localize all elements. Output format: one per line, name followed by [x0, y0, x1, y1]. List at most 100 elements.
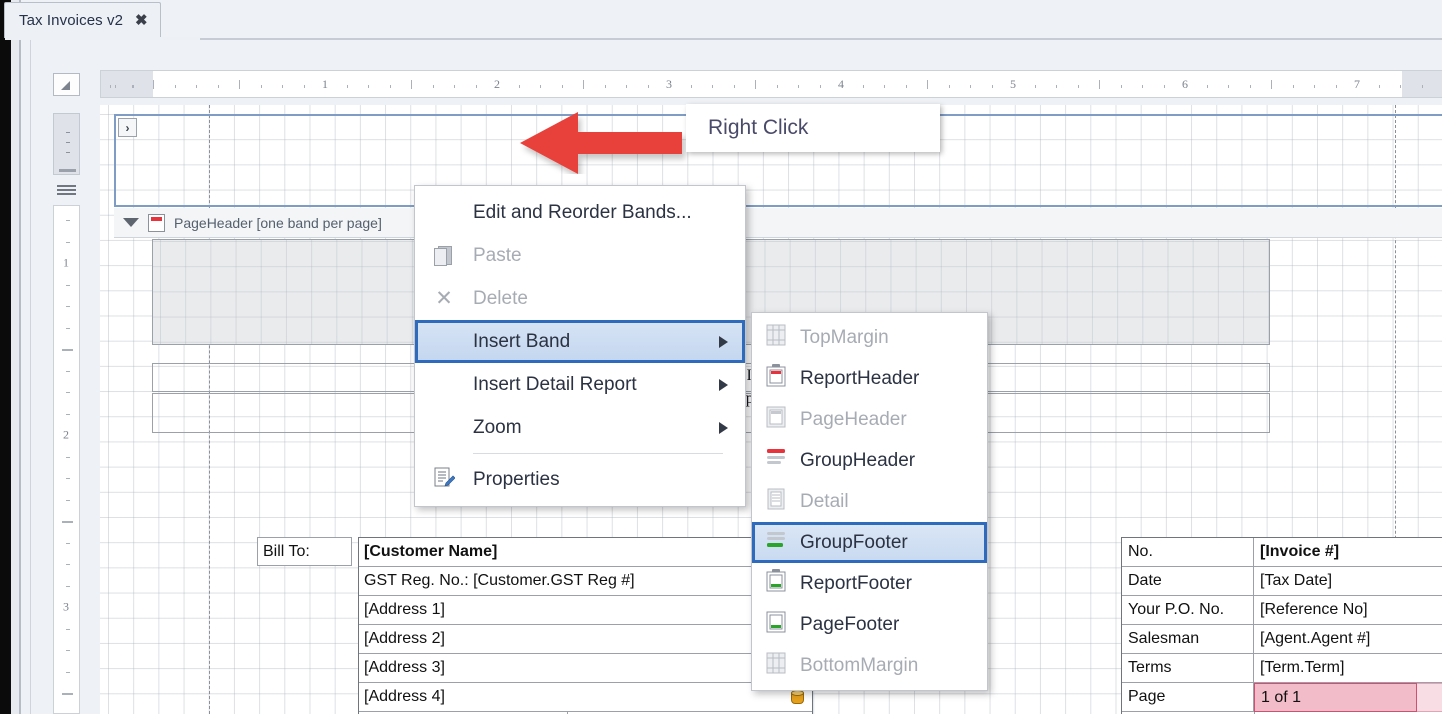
context-menu[interactable]: Edit and Reorder Bands... Paste ✕ Delete Ins… [414, 185, 746, 507]
menu-item-label: Zoom [473, 416, 522, 438]
invoice-row-value: [Invoice #] [1260, 543, 1340, 560]
splitter-grip-icon[interactable] [57, 185, 76, 198]
ruler-tick [432, 85, 434, 88]
ruler-number: 5 [1010, 77, 1016, 91]
top-margin-band-icon [764, 323, 788, 352]
invoice-row-key: No. [1122, 538, 1254, 566]
ruler-tick [1271, 80, 1272, 89]
table-row[interactable]: Page 1 of 1 [1122, 683, 1442, 712]
ruler-tick [66, 370, 70, 372]
table-row[interactable]: Salesman [Agent.Agent #] [1122, 625, 1442, 654]
menu-item-insert-band[interactable]: Insert Band [415, 320, 745, 363]
ruler-tick [66, 499, 70, 501]
red-arrow-annotation [520, 112, 682, 174]
invoice-detail-table[interactable]: No. [Invoice #] Date [Tax Date] Your P.O. No… [1121, 537, 1442, 714]
table-row[interactable]: Your P.O. No. [Reference No] [1122, 596, 1442, 625]
page-footer-band-icon [764, 610, 788, 639]
table-row[interactable]: Terms [Term.Term] [1122, 654, 1442, 683]
ruler-tick [1120, 85, 1122, 88]
submenu-item-reportheader[interactable]: ReportHeader [752, 358, 987, 399]
tab-label: Tax Invoices v2 [19, 12, 124, 29]
bill-to-row-text: [Address 1] [364, 601, 445, 618]
menu-item-delete: ✕ Delete [415, 277, 745, 320]
ruler-tick [970, 85, 971, 88]
ruler-tick [1034, 85, 1036, 88]
menu-item-zoom[interactable]: Zoom [415, 406, 745, 449]
menu-item-insert-detail-report[interactable]: Insert Detail Report [415, 363, 745, 406]
ruler-tick [368, 85, 369, 88]
ruler-tick [1314, 85, 1315, 88]
horizontal-ruler[interactable]: 1 2 3 4 5 6 7 [100, 70, 1442, 98]
ruler-tick [66, 220, 70, 221]
table-row[interactable]: GST Reg. No.: [Customer.GST Reg #] [359, 567, 812, 596]
bill-to-label-cell[interactable]: Bill To: [257, 537, 352, 566]
bill-to-table[interactable]: [Customer Name] GST Reg. No.: [Customer.G… [358, 537, 813, 714]
band-expander-icon[interactable]: › [118, 118, 137, 137]
table-row[interactable]: [Address 1] [359, 596, 812, 625]
ruler-tick [1335, 85, 1337, 88]
submenu-item-bottommargin: BottomMargin [752, 645, 987, 686]
window-left-gap [11, 0, 19, 714]
ruler-tick [66, 306, 70, 307]
submenu-item-pageheader: PageHeader [752, 399, 987, 440]
ruler-tick [260, 85, 262, 88]
table-row[interactable]: No. [Invoice #] [1122, 538, 1442, 567]
corner-triangle-icon [61, 81, 70, 90]
designer-window: Tax Invoices v2 ✖ 1 2 3 4 5 6 7 1 2 3 › PageHead… [0, 0, 1442, 714]
submenu-item-icon-slot [752, 364, 800, 393]
menu-item-label: Insert Detail Report [473, 373, 637, 395]
ruler-tick [346, 85, 348, 88]
ruler-tick [66, 650, 70, 651]
ruler-tick [66, 456, 70, 458]
ruler-tick [518, 85, 520, 88]
ruler-tick [66, 564, 70, 565]
close-icon[interactable]: ✖ [135, 13, 148, 28]
submenu-item-groupheader[interactable]: GroupHeader [752, 440, 987, 481]
ruler-number: 2 [63, 427, 69, 442]
handle-base [59, 169, 76, 172]
ruler-number: 3 [63, 599, 69, 614]
bill-to-row-text: [Address 2] [364, 630, 445, 647]
menu-item-label: Insert Band [473, 330, 571, 352]
menu-item-label: Delete [473, 287, 528, 309]
table-row[interactable]: [Customer Name] [359, 538, 812, 567]
ruler-tick [604, 85, 606, 88]
ruler-tick [755, 80, 756, 89]
submenu-item-icon-slot [752, 446, 800, 475]
table-row[interactable]: [Address 4] [359, 683, 812, 712]
table-row[interactable]: [Address 2] [359, 625, 812, 654]
ruler-number: 7 [1354, 77, 1360, 91]
submenu-item-groupfooter[interactable]: GroupFooter [752, 522, 987, 563]
tab-tax-invoices-v2[interactable]: Tax Invoices v2 ✖ [4, 2, 161, 38]
document-tab-strip [30, 0, 1442, 40]
submenu-arrow-icon [719, 335, 728, 348]
ruler-number: 1 [63, 255, 69, 270]
invoice-row-value: [Agent.Agent #] [1260, 630, 1371, 647]
vertical-ruler-handle[interactable] [53, 113, 80, 175]
menu-item-paste: Paste [415, 234, 745, 277]
ruler-tick [1142, 85, 1143, 88]
ruler-tick [1421, 85, 1423, 88]
ruler-number: 6 [1182, 77, 1188, 91]
table-row[interactable]: Date [Tax Date] [1122, 567, 1442, 596]
submenu-item-pagefooter[interactable]: PageFooter [752, 604, 987, 645]
ruler-corner-button[interactable] [53, 73, 80, 96]
ruler-tick [948, 85, 950, 88]
menu-item-properties[interactable]: Properties [415, 458, 745, 501]
submenu-item-label: TopMargin [800, 326, 889, 348]
ruler-tick [217, 85, 219, 88]
submenu-item-reportfooter[interactable]: ReportFooter [752, 563, 987, 604]
band-header-pageheader[interactable]: PageHeader [one band per page] [114, 208, 1442, 238]
ruler-tick [798, 85, 799, 88]
menu-item-label: Properties [473, 468, 560, 490]
insert-band-submenu[interactable]: TopMargin ReportHeader PageHeader GroupHead… [751, 312, 988, 691]
ruler-tick [282, 85, 283, 88]
report-footer-band-icon [764, 569, 788, 598]
ruler-tick [62, 693, 73, 695]
table-row[interactable]: [Address 3] [359, 654, 812, 683]
submenu-item-icon-slot [752, 610, 800, 639]
invoice-row-value-highlighted[interactable]: 1 of 1 [1254, 683, 1417, 712]
vertical-ruler[interactable]: 1 2 3 [53, 205, 80, 714]
menu-item-edit-and-reorder-bands[interactable]: Edit and Reorder Bands... [415, 191, 745, 234]
chevron-down-icon[interactable] [123, 218, 139, 227]
